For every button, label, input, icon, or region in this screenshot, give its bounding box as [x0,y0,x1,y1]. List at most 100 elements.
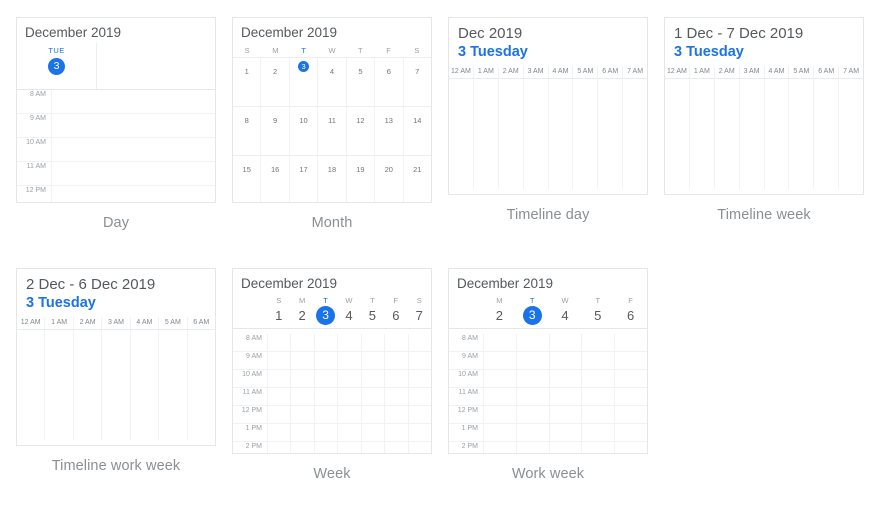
work-week-view-hour-cell[interactable] [581,406,614,423]
timeline-work-week-hour-column[interactable] [101,330,129,440]
timeline-work-week-grid[interactable] [17,330,215,440]
timeline-day-grid[interactable] [449,79,647,189]
week-view-hour-cell[interactable] [407,442,431,453]
timeline-day-hour-column[interactable] [449,79,473,189]
month-view-day-cell[interactable]: 10 [290,107,319,155]
week-view-day-header-cell[interactable]: S7 [408,294,431,328]
timeline-day-hour-column[interactable] [597,79,622,189]
week-view-hour-cell[interactable] [360,442,384,453]
work-week-view-hour-cell[interactable] [548,388,582,405]
work-week-view-hour-row[interactable]: 12 PM [449,406,647,424]
week-view-hour-cell[interactable] [290,370,313,387]
week-view-hour-cell[interactable] [290,334,313,351]
week-view-hour-cell[interactable] [360,370,384,387]
work-week-view-hour-cell[interactable] [581,442,614,453]
work-week-view-hour-cell[interactable] [515,352,549,369]
week-view-hour-cell[interactable] [267,424,290,441]
week-view-hour-row[interactable]: 2 PM [233,442,431,453]
month-view-day-cell[interactable]: 19 [347,156,376,202]
week-view-hour-cell[interactable] [384,370,407,387]
view-thumbnail-week[interactable]: December 2019 S1M2T3W4T5F6S7 8 AM 9 AM 10 … [232,268,432,482]
month-view-weeks[interactable]: 1 2 3 4 5 6 7 8 9 10 11 12 13 14 15 16 17 18 19 20 21 [233,57,431,202]
week-view-hour-cell[interactable] [313,406,337,423]
work-week-view-hour-cell[interactable] [548,406,582,423]
work-week-view-hour-cell[interactable] [614,406,647,423]
timeline-day-hour-column[interactable] [472,79,498,189]
week-view-card[interactable]: December 2019 S1M2T3W4T5F6S7 8 AM 9 AM 10 … [232,268,432,454]
timeline-work-week-card[interactable]: 2 Dec - 6 Dec 2019 3 Tuesday 12 AM 1 AM 2 … [16,268,216,446]
month-view-day-cell[interactable]: 4 [318,58,347,106]
work-week-view-hour-cell[interactable] [548,424,582,441]
week-view-hour-row[interactable]: 12 PM [233,406,431,424]
week-view-hour-cell[interactable] [384,334,407,351]
week-view-hour-cell[interactable] [337,406,360,423]
week-view-hour-cell[interactable] [360,388,384,405]
work-week-view-day-header[interactable]: M2T3W4T5F6 [449,294,647,328]
week-view-hour-cell[interactable] [407,370,431,387]
month-view-day-cell[interactable]: 14 [404,107,431,155]
work-week-view-hour-cell[interactable] [548,370,582,387]
work-week-view-hour-cell[interactable] [614,352,647,369]
day-view-hour-row[interactable]: 11 AM [17,162,215,186]
week-view-hour-cell[interactable] [267,334,290,351]
month-view-day-cell[interactable]: 16 [261,156,290,202]
day-view-hour-cell[interactable] [51,138,215,161]
work-week-view-card[interactable]: December 2019 M2T3W4T5F6 8 AM 9 AM 10 AM 11… [448,268,648,454]
work-week-view-hour-cell[interactable] [581,370,614,387]
week-view-hour-cell[interactable] [267,370,290,387]
week-view-hour-cell[interactable] [384,406,407,423]
work-week-view-hour-row[interactable]: 8 AM [449,334,647,352]
month-view-day-cell[interactable]: 17 [290,156,319,202]
month-view-day-cell[interactable]: 3 [290,58,319,106]
timeline-day-hour-column[interactable] [547,79,573,189]
timeline-work-week-hour-column[interactable] [129,330,158,440]
week-view-hour-cell[interactable] [337,388,360,405]
timeline-week-hour-column[interactable] [763,79,789,189]
week-view-hour-row[interactable]: 10 AM [233,370,431,388]
week-view-hour-cell[interactable] [337,424,360,441]
week-view-day-header-cell[interactable]: S1 [267,294,290,328]
work-week-view-hour-row[interactable]: 1 PM [449,424,647,442]
work-week-view-hour-cell[interactable] [614,424,647,441]
week-view-hour-cell[interactable] [337,442,360,453]
week-view-hour-cell[interactable] [384,352,407,369]
view-thumbnail-work-week[interactable]: December 2019 M2T3W4T5F6 8 AM 9 AM 10 AM 11… [448,268,648,482]
day-view-selected-day[interactable]: TUE 3 [17,43,97,89]
timeline-week-hour-column[interactable] [713,79,739,189]
month-view-day-cell[interactable]: 13 [375,107,404,155]
week-view-hour-row[interactable]: 9 AM [233,352,431,370]
week-view-hour-cell[interactable] [313,370,337,387]
month-view-day-cell[interactable]: 7 [404,58,431,106]
week-view-hour-cell[interactable] [384,424,407,441]
work-week-view-hour-cell[interactable] [483,352,516,369]
timeline-work-week-hour-column[interactable] [44,330,72,440]
day-view-allday-area[interactable] [97,43,215,89]
month-view-day-cell[interactable]: 8 [233,107,262,155]
timeline-week-hour-column[interactable] [813,79,838,189]
week-view-hour-cell[interactable] [360,424,384,441]
work-week-view-hour-cell[interactable] [515,424,549,441]
month-view-day-cell[interactable]: 12 [347,107,376,155]
week-view-hour-cell[interactable] [290,352,313,369]
work-week-view-hour-cell[interactable] [581,424,614,441]
timeline-day-hour-column[interactable] [572,79,597,189]
timeline-week-grid[interactable] [665,79,863,189]
work-week-view-hour-cell[interactable] [515,442,549,453]
week-view-hour-cell[interactable] [313,334,337,351]
week-view-hour-cell[interactable] [267,352,290,369]
view-thumbnail-timeline-week[interactable]: 1 Dec - 7 Dec 2019 3 Tuesday 12 AM 1 AM 2 … [664,17,864,223]
week-view-hour-cell[interactable] [290,442,313,453]
week-view-day-header-cell[interactable]: W4 [337,294,360,328]
timeline-week-hour-column[interactable] [688,79,714,189]
month-view-day-cell[interactable]: 18 [318,156,347,202]
week-view-hour-cell[interactable] [267,388,290,405]
timeline-day-card[interactable]: Dec 2019 3 Tuesday 12 AM 1 AM 2 AM 3 AM 4 AM… [448,17,648,195]
work-week-view-day-header-cell[interactable]: T5 [581,294,614,328]
week-view-hour-cell[interactable] [360,352,384,369]
day-view-hour-cell[interactable] [51,114,215,137]
work-week-view-hour-cell[interactable] [581,352,614,369]
month-view-day-cell[interactable]: 21 [404,156,431,202]
week-view-hour-cell[interactable] [407,334,431,351]
work-week-view-hour-cell[interactable] [483,442,516,453]
week-view-hour-cell[interactable] [313,424,337,441]
